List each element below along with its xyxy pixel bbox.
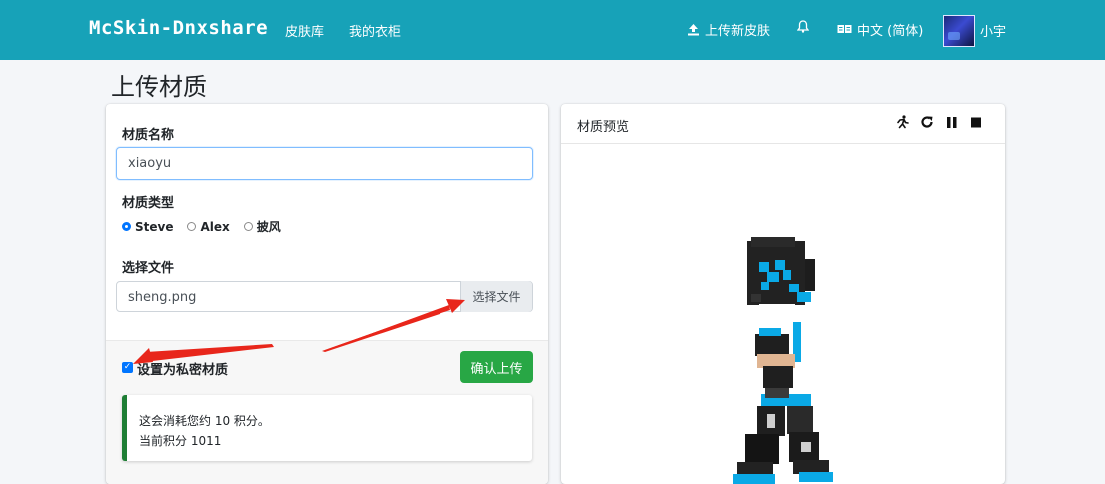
skin-legs (733, 406, 833, 484)
texture-name-input[interactable]: xiaoyu (116, 147, 533, 180)
private-label[interactable]: 设置为私密材质 (137, 359, 228, 378)
language-icon (837, 25, 852, 33)
upload-form-card: 材质名称 xiaoyu 材质类型 Steve Alex 披风 选择文件 shen… (106, 104, 548, 484)
preview-header: 材质预览 (561, 104, 1005, 144)
stop-icon[interactable] (970, 115, 982, 133)
radio-dot-steve[interactable] (122, 222, 131, 231)
preview-title: 材质预览 (577, 120, 630, 135)
page-title: 上传材质 (111, 73, 207, 101)
nav-skin-library[interactable]: 皮肤库 (285, 21, 324, 40)
score-callout: 这会消耗您约 10 积分。 当前积分 1011 (122, 395, 532, 461)
nav-my-closet[interactable]: 我的衣柜 (349, 21, 401, 40)
skin-head (747, 237, 815, 305)
type-radio-alex[interactable]: Alex (187, 219, 230, 234)
rotate-icon[interactable] (920, 115, 934, 133)
type-label-steve: Steve (135, 219, 174, 234)
type-label-alex: Alex (200, 219, 230, 234)
radio-dot-alex[interactable] (187, 222, 197, 231)
texture-name-label: 材质名称 (122, 128, 175, 143)
user-name[interactable]: 小宇 (980, 21, 1006, 40)
bell-icon (797, 20, 809, 33)
texture-type-group: Steve Alex 披风 (122, 218, 281, 235)
choose-file-button[interactable]: 选择文件 (460, 281, 532, 312)
type-label-cape: 披风 (256, 220, 281, 234)
upload-icon (688, 24, 699, 36)
current-score-text: 当前积分 1011 (139, 434, 222, 448)
texture-preview-card: 材质预览 (561, 104, 1005, 484)
upload-skin-link[interactable]: 上传新皮肤 (687, 20, 770, 39)
skin-preview-model[interactable] (561, 144, 1005, 484)
language-label: 中文 (简体) (857, 24, 924, 39)
private-checkbox[interactable]: ✓ (122, 362, 133, 373)
file-select-label: 选择文件 (122, 261, 175, 276)
type-radio-steve[interactable]: Steve (122, 220, 173, 234)
brand-logo[interactable]: McSkin-Dnxshare (89, 17, 268, 39)
cost-text: 这会消耗您约 10 积分。 (139, 414, 270, 428)
language-selector[interactable]: 中文 (简体) (837, 20, 923, 39)
pause-icon[interactable] (946, 115, 958, 133)
top-navbar: McSkin-Dnxshare 皮肤库 我的衣柜 上传新皮肤 中文 (简体) 小… (0, 0, 1105, 60)
radio-dot-cape[interactable] (243, 222, 253, 231)
notifications-button[interactable] (797, 20, 809, 33)
texture-type-label: 材质类型 (122, 196, 175, 211)
user-avatar[interactable] (943, 15, 975, 47)
confirm-upload-button[interactable]: 确认上传 (460, 351, 533, 383)
run-icon[interactable] (896, 115, 909, 133)
type-radio-cape[interactable]: 披风 (243, 218, 281, 235)
upload-skin-label: 上传新皮肤 (705, 24, 771, 39)
file-name-value: sheng.png (128, 290, 197, 305)
